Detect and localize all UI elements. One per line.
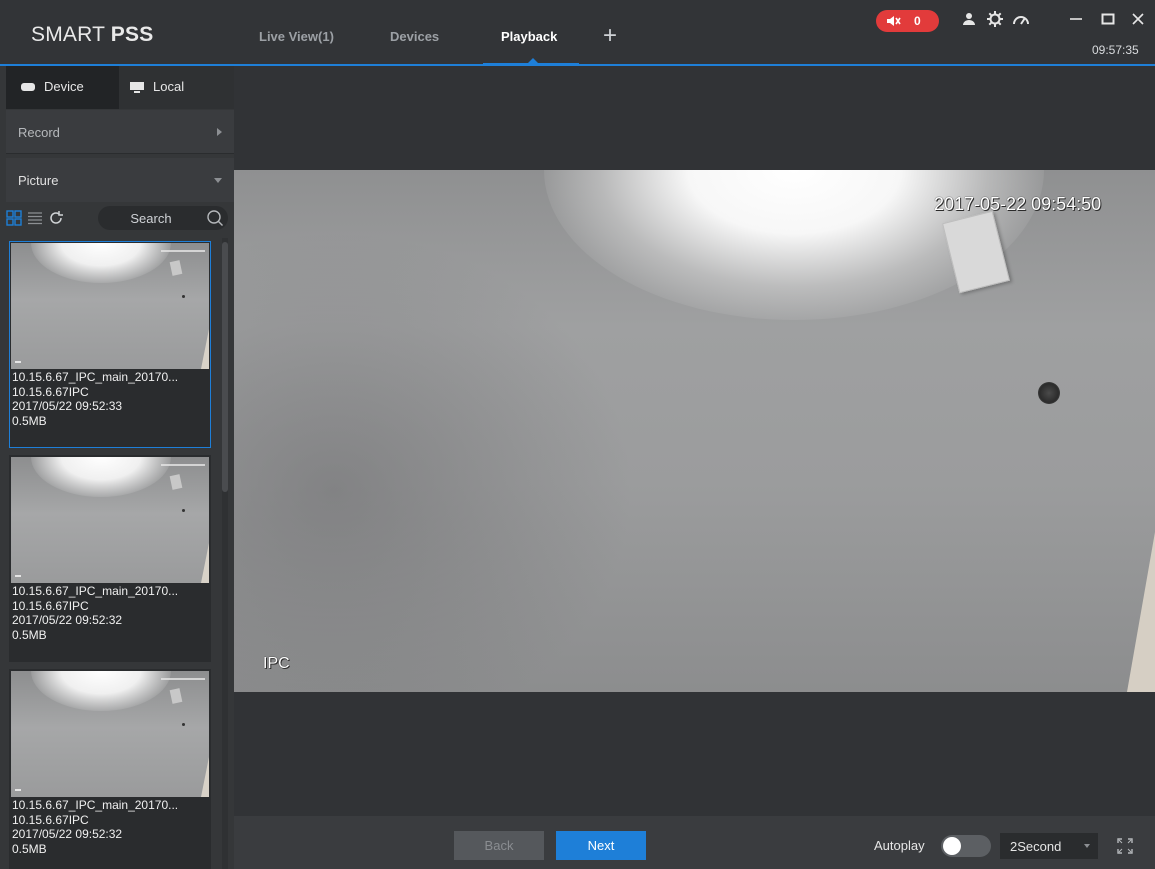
grid-view-icon[interactable] xyxy=(6,210,22,226)
source-tab-local[interactable]: Local xyxy=(119,66,234,109)
source-tab-device[interactable]: Device xyxy=(6,66,119,109)
sidebar: Device Local Record Picture Search 10.15… xyxy=(0,66,234,869)
source-tab-label: Local xyxy=(153,79,185,94)
app-window: SMART PSS Live View(1) Devices Playback … xyxy=(0,0,1155,869)
chevron-right-icon xyxy=(217,128,222,136)
section-record[interactable]: Record xyxy=(6,110,234,154)
picture-thumbnail xyxy=(11,671,209,797)
alarm-badge[interactable]: 0 xyxy=(876,10,939,32)
autoplay-label: Autoplay xyxy=(874,838,925,853)
section-label: Record xyxy=(18,125,60,140)
picture-filename: 10.15.6.67_IPC_main_20170... xyxy=(12,370,179,384)
interval-select[interactable]: 2Second xyxy=(1000,833,1098,859)
interval-value: 2Second xyxy=(1010,839,1062,854)
picture-size: 0.5MB xyxy=(12,627,47,642)
add-tab-button[interactable]: + xyxy=(603,24,617,48)
back-button[interactable]: Back xyxy=(454,831,544,860)
playback-controls: Back Next Autoplay 2Second xyxy=(234,816,1155,869)
picture-card[interactable]: 10.15.6.67_IPC_main_20170... 10.15.6.67I… xyxy=(9,669,211,869)
picture-meta: 10.15.6.67_IPC_main_20170... 10.15.6.67I… xyxy=(12,370,210,428)
maximize-icon[interactable] xyxy=(1100,11,1116,27)
search-input[interactable] xyxy=(106,208,196,228)
system-clock: 09:57:35 xyxy=(1092,43,1139,57)
picture-filename: 10.15.6.67_IPC_main_20170... xyxy=(12,798,179,812)
section-picture[interactable]: Picture xyxy=(6,158,234,202)
speaker-muted-icon xyxy=(887,16,901,26)
picture-toolbar xyxy=(6,202,234,234)
picture-list: 10.15.6.67_IPC_main_20170... 10.15.6.67I… xyxy=(6,238,228,869)
picture-card[interactable]: 10.15.6.67_IPC_main_20170... 10.15.6.67I… xyxy=(9,455,211,662)
monitor-icon xyxy=(130,82,144,93)
tab-devices[interactable]: Devices xyxy=(390,29,439,44)
list-view-icon[interactable] xyxy=(27,210,43,226)
toggle-knob xyxy=(943,837,961,855)
picture-card[interactable]: 10.15.6.67_IPC_main_20170... 10.15.6.67I… xyxy=(9,241,211,448)
picture-time: 2017/05/22 09:52:32 xyxy=(12,827,123,841)
viewer-bottom-padding xyxy=(234,692,1155,816)
smoke-detector xyxy=(1038,382,1060,404)
picture-thumbnail xyxy=(11,243,209,369)
search-box xyxy=(98,206,228,230)
picture-time: 2017/05/22 09:52:32 xyxy=(12,613,123,627)
autoplay-toggle[interactable] xyxy=(941,835,991,857)
section-label: Picture xyxy=(18,173,59,188)
picture-time: 2017/05/22 09:52:33 xyxy=(12,399,123,413)
alarm-count: 0 xyxy=(914,14,921,28)
picture-channel: 10.15.6.67IPC xyxy=(12,598,89,613)
next-button[interactable]: Next xyxy=(556,831,646,860)
picture-size: 0.5MB xyxy=(12,841,47,856)
osd-timestamp: 2017-05-22 09:54:50 xyxy=(934,194,1102,214)
minimize-icon[interactable] xyxy=(1068,11,1084,27)
picture-preview[interactable]: 2017-05-22 09:54:50 IPC xyxy=(234,170,1155,692)
close-icon[interactable] xyxy=(1130,11,1146,27)
picture-channel: 10.15.6.67IPC xyxy=(12,812,89,827)
source-tab-label: Device xyxy=(44,79,84,94)
picture-filename: 10.15.6.67_IPC_main_20170... xyxy=(12,584,179,598)
refresh-icon[interactable] xyxy=(48,210,64,226)
tab-live-view[interactable]: Live View(1) xyxy=(259,29,334,44)
picture-meta: 10.15.6.67_IPC_main_20170... 10.15.6.67I… xyxy=(12,584,210,642)
tab-playback[interactable]: Playback xyxy=(501,29,557,44)
hard-drive-icon xyxy=(21,83,35,91)
active-tab-caret xyxy=(528,58,538,63)
picture-thumbnail xyxy=(11,457,209,583)
picture-meta: 10.15.6.67_IPC_main_20170... 10.15.6.67I… xyxy=(12,798,210,856)
gear-icon[interactable] xyxy=(986,10,1004,28)
fullscreen-icon[interactable] xyxy=(1116,837,1134,855)
user-icon[interactable] xyxy=(960,10,978,28)
chevron-down-icon xyxy=(214,178,222,183)
search-icon[interactable] xyxy=(206,209,224,227)
performance-gauge-icon[interactable] xyxy=(1012,10,1030,28)
title-bar: SMART PSS Live View(1) Devices Playback … xyxy=(0,0,1155,66)
app-logo: SMART PSS xyxy=(31,23,154,46)
viewer-top-padding xyxy=(234,66,1155,170)
picture-channel: 10.15.6.67IPC xyxy=(12,384,89,399)
chevron-down-icon xyxy=(1084,844,1090,848)
picture-size: 0.5MB xyxy=(12,413,47,428)
osd-channel-label: IPC xyxy=(263,655,290,672)
